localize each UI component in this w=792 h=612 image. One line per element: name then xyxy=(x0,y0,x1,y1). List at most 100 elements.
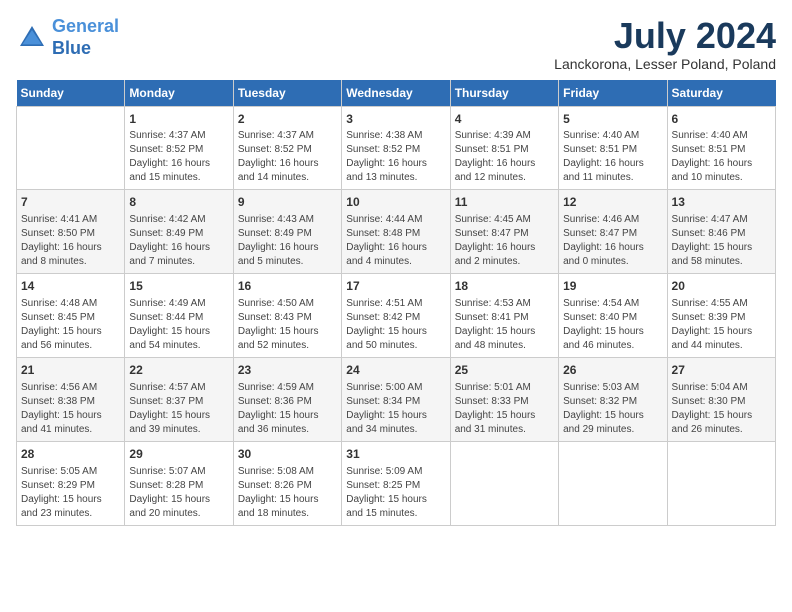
day-cell: 9 Sunrise: 4:43 AM Sunset: 8:49 PM Daylig… xyxy=(233,190,341,274)
day-info: Sunrise: 4:41 AM Sunset: 8:50 PM Dayligh… xyxy=(21,213,120,269)
day-number: 8 xyxy=(129,194,228,211)
day-cell xyxy=(450,441,558,525)
day-cell: 8 Sunrise: 4:42 AM Sunset: 8:49 PM Daylig… xyxy=(125,190,233,274)
day-cell: 31Sunrise: 5:09 AM Sunset: 8:25 PM Dayli… xyxy=(342,441,450,525)
day-info: Sunrise: 4:48 AM Sunset: 8:45 PM Dayligh… xyxy=(21,297,120,353)
day-info: Sunrise: 4:42 AM Sunset: 8:49 PM Dayligh… xyxy=(129,213,228,269)
page-header: GeneralBlue July 2024 Lanckorona, Lesser… xyxy=(16,16,776,72)
day-info: Sunrise: 5:00 AM Sunset: 8:34 PM Dayligh… xyxy=(346,381,445,437)
day-info: Sunrise: 4:40 AM Sunset: 8:51 PM Dayligh… xyxy=(672,129,771,185)
day-number: 10 xyxy=(346,194,445,211)
day-cell: 22 Sunrise: 4:57 AM Sunset: 8:37 PM Dayli… xyxy=(125,357,233,441)
day-info: Sunrise: 4:43 AM Sunset: 8:49 PM Dayligh… xyxy=(238,213,337,269)
week-row-3: 14 Sunrise: 4:48 AM Sunset: 8:45 PM Dayli… xyxy=(17,274,776,358)
logo-text: GeneralBlue xyxy=(52,16,119,59)
day-cell: 11 Sunrise: 4:45 AM Sunset: 8:47 PM Dayli… xyxy=(450,190,558,274)
day-number: 31 xyxy=(346,446,445,463)
day-cell xyxy=(559,441,667,525)
day-number: 15 xyxy=(129,278,228,295)
day-number: 13 xyxy=(672,194,771,211)
day-number: 26 xyxy=(563,362,662,379)
day-cell: 7 Sunrise: 4:41 AM Sunset: 8:50 PM Daylig… xyxy=(17,190,125,274)
day-number: 6 xyxy=(672,111,771,128)
day-number: 2 xyxy=(238,111,337,128)
day-cell: 2Sunrise: 4:37 AM Sunset: 8:52 PM Daylig… xyxy=(233,106,341,190)
day-info: Sunrise: 4:37 AM Sunset: 8:52 PM Dayligh… xyxy=(129,129,228,185)
header-row: SundayMondayTuesdayWednesdayThursdayFrid… xyxy=(17,80,776,107)
day-info: Sunrise: 4:55 AM Sunset: 8:39 PM Dayligh… xyxy=(672,297,771,353)
day-number: 12 xyxy=(563,194,662,211)
day-cell: 19 Sunrise: 4:54 AM Sunset: 8:40 PM Dayli… xyxy=(559,274,667,358)
day-cell: 10 Sunrise: 4:44 AM Sunset: 8:48 PM Dayli… xyxy=(342,190,450,274)
day-info: Sunrise: 4:46 AM Sunset: 8:47 PM Dayligh… xyxy=(563,213,662,269)
col-header-thursday: Thursday xyxy=(450,80,558,107)
day-info: Sunrise: 5:07 AM Sunset: 8:28 PM Dayligh… xyxy=(129,465,228,521)
col-header-monday: Monday xyxy=(125,80,233,107)
day-cell: 24 Sunrise: 5:00 AM Sunset: 8:34 PM Dayli… xyxy=(342,357,450,441)
day-cell: 29 Sunrise: 5:07 AM Sunset: 8:28 PM Dayli… xyxy=(125,441,233,525)
day-info: Sunrise: 4:45 AM Sunset: 8:47 PM Dayligh… xyxy=(455,213,554,269)
day-cell: 30 Sunrise: 5:08 AM Sunset: 8:26 PM Dayli… xyxy=(233,441,341,525)
day-info: Sunrise: 4:56 AM Sunset: 8:38 PM Dayligh… xyxy=(21,381,120,437)
day-cell: 20Sunrise: 4:55 AM Sunset: 8:39 PM Dayli… xyxy=(667,274,775,358)
day-info: Sunrise: 4:59 AM Sunset: 8:36 PM Dayligh… xyxy=(238,381,337,437)
day-cell: 13 Sunrise: 4:47 AM Sunset: 8:46 PM Dayli… xyxy=(667,190,775,274)
day-number: 5 xyxy=(563,111,662,128)
day-number: 14 xyxy=(21,278,120,295)
day-cell: 5Sunrise: 4:40 AM Sunset: 8:51 PM Daylig… xyxy=(559,106,667,190)
day-info: Sunrise: 5:08 AM Sunset: 8:26 PM Dayligh… xyxy=(238,465,337,521)
logo: GeneralBlue xyxy=(16,16,119,59)
day-info: Sunrise: 4:54 AM Sunset: 8:40 PM Dayligh… xyxy=(563,297,662,353)
day-number: 19 xyxy=(563,278,662,295)
week-row-2: 7 Sunrise: 4:41 AM Sunset: 8:50 PM Daylig… xyxy=(17,190,776,274)
day-cell: 3Sunrise: 4:38 AM Sunset: 8:52 PM Daylig… xyxy=(342,106,450,190)
day-cell: 21 Sunrise: 4:56 AM Sunset: 8:38 PM Dayli… xyxy=(17,357,125,441)
calendar-table: SundayMondayTuesdayWednesdayThursdayFrid… xyxy=(16,80,776,526)
day-number: 18 xyxy=(455,278,554,295)
week-row-4: 21 Sunrise: 4:56 AM Sunset: 8:38 PM Dayli… xyxy=(17,357,776,441)
day-info: Sunrise: 5:01 AM Sunset: 8:33 PM Dayligh… xyxy=(455,381,554,437)
day-number: 9 xyxy=(238,194,337,211)
day-info: Sunrise: 5:05 AM Sunset: 8:29 PM Dayligh… xyxy=(21,465,120,521)
day-number: 29 xyxy=(129,446,228,463)
day-info: Sunrise: 4:44 AM Sunset: 8:48 PM Dayligh… xyxy=(346,213,445,269)
day-cell: 16Sunrise: 4:50 AM Sunset: 8:43 PM Dayli… xyxy=(233,274,341,358)
day-number: 17 xyxy=(346,278,445,295)
day-number: 11 xyxy=(455,194,554,211)
day-cell: 14 Sunrise: 4:48 AM Sunset: 8:45 PM Dayli… xyxy=(17,274,125,358)
day-cell xyxy=(17,106,125,190)
col-header-tuesday: Tuesday xyxy=(233,80,341,107)
day-info: Sunrise: 4:39 AM Sunset: 8:51 PM Dayligh… xyxy=(455,129,554,185)
day-number: 24 xyxy=(346,362,445,379)
day-cell xyxy=(667,441,775,525)
day-info: Sunrise: 4:37 AM Sunset: 8:52 PM Dayligh… xyxy=(238,129,337,185)
day-info: Sunrise: 4:53 AM Sunset: 8:41 PM Dayligh… xyxy=(455,297,554,353)
col-header-saturday: Saturday xyxy=(667,80,775,107)
day-cell: 6Sunrise: 4:40 AM Sunset: 8:51 PM Daylig… xyxy=(667,106,775,190)
day-info: Sunrise: 4:51 AM Sunset: 8:42 PM Dayligh… xyxy=(346,297,445,353)
day-info: Sunrise: 5:04 AM Sunset: 8:30 PM Dayligh… xyxy=(672,381,771,437)
day-cell: 28 Sunrise: 5:05 AM Sunset: 8:29 PM Dayli… xyxy=(17,441,125,525)
week-row-1: 1Sunrise: 4:37 AM Sunset: 8:52 PM Daylig… xyxy=(17,106,776,190)
day-cell: 18 Sunrise: 4:53 AM Sunset: 8:41 PM Dayli… xyxy=(450,274,558,358)
day-cell: 1Sunrise: 4:37 AM Sunset: 8:52 PM Daylig… xyxy=(125,106,233,190)
day-number: 22 xyxy=(129,362,228,379)
day-number: 4 xyxy=(455,111,554,128)
day-number: 27 xyxy=(672,362,771,379)
week-row-5: 28 Sunrise: 5:05 AM Sunset: 8:29 PM Dayli… xyxy=(17,441,776,525)
day-number: 28 xyxy=(21,446,120,463)
day-number: 3 xyxy=(346,111,445,128)
day-cell: 26Sunrise: 5:03 AM Sunset: 8:32 PM Dayli… xyxy=(559,357,667,441)
day-number: 21 xyxy=(21,362,120,379)
day-info: Sunrise: 4:40 AM Sunset: 8:51 PM Dayligh… xyxy=(563,129,662,185)
day-info: Sunrise: 4:49 AM Sunset: 8:44 PM Dayligh… xyxy=(129,297,228,353)
col-header-friday: Friday xyxy=(559,80,667,107)
day-number: 7 xyxy=(21,194,120,211)
day-cell: 12 Sunrise: 4:46 AM Sunset: 8:47 PM Dayli… xyxy=(559,190,667,274)
day-info: Sunrise: 4:47 AM Sunset: 8:46 PM Dayligh… xyxy=(672,213,771,269)
day-cell: 25Sunrise: 5:01 AM Sunset: 8:33 PM Dayli… xyxy=(450,357,558,441)
day-number: 16 xyxy=(238,278,337,295)
day-info: Sunrise: 4:57 AM Sunset: 8:37 PM Dayligh… xyxy=(129,381,228,437)
logo-icon xyxy=(16,22,48,54)
day-number: 30 xyxy=(238,446,337,463)
